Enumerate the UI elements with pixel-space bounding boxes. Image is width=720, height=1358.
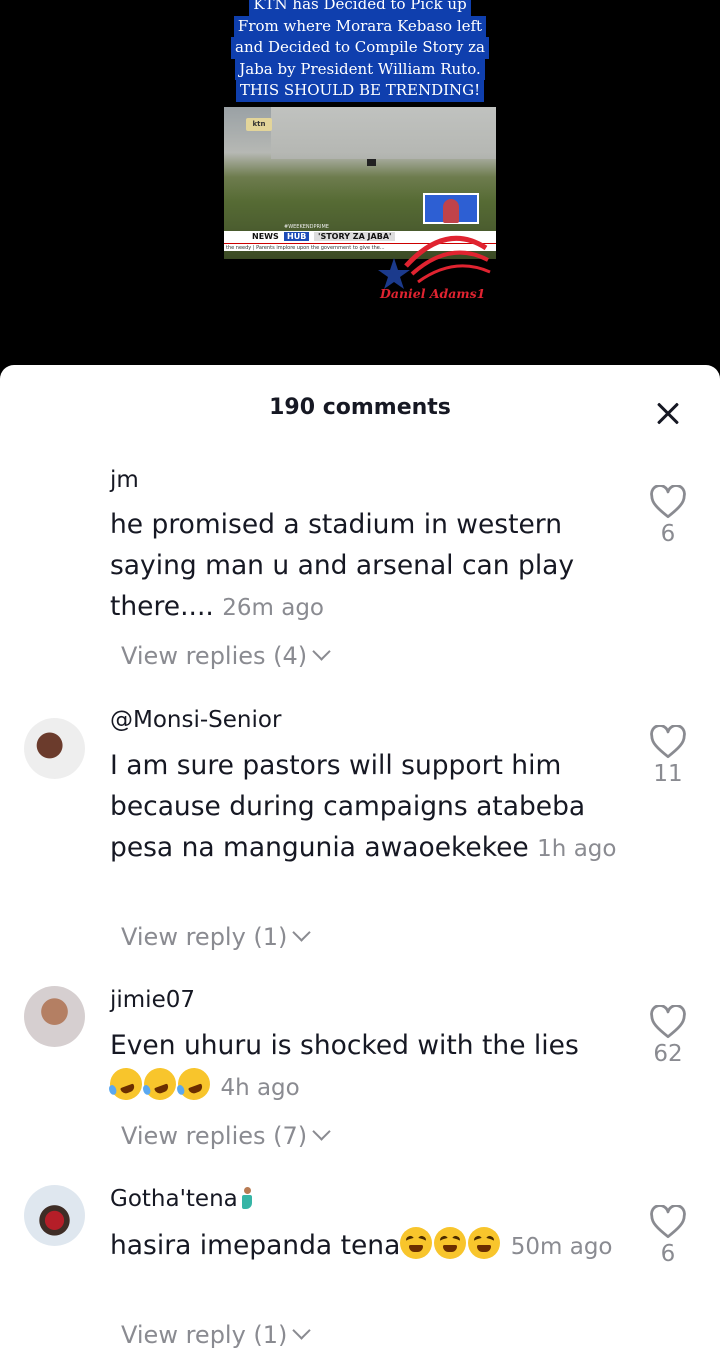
comment-time: 1h ago	[537, 836, 617, 862]
chevron-down-icon	[312, 642, 331, 661]
comment-username[interactable]: jm	[110, 467, 139, 493]
comment-text: I am sure pastors will support him becau…	[110, 750, 617, 863]
comment-username[interactable]: Gotha'tena	[110, 1186, 254, 1212]
comment-text: hasira imepanda tena 50m ago	[110, 1225, 630, 1268]
comments-sheet: 190 comments jm he promised a stadium in…	[0, 365, 720, 1358]
watermark-text: Daniel Adams1	[380, 286, 486, 301]
comments-count-title: 190 comments	[269, 395, 451, 420]
chevron-down-icon	[312, 1122, 331, 1141]
merman-emoji-icon	[240, 1187, 254, 1209]
view-replies-button[interactable]: View replies (7)	[121, 1122, 331, 1150]
comment-text: Even uhuru is shocked with the lies 4h a…	[105, 1025, 630, 1109]
heart-icon	[650, 485, 686, 519]
caption-line: From where Morara Kebaso left	[233, 15, 487, 37]
close-icon[interactable]	[652, 398, 684, 430]
chevron-down-icon	[292, 1321, 312, 1340]
frame-background	[271, 107, 496, 159]
avatar[interactable]	[24, 986, 85, 1047]
tired-face-emoji-icon	[434, 1227, 467, 1259]
heart-icon	[650, 1205, 686, 1239]
caption-line: and Decided to Compile Story za	[231, 37, 489, 59]
frame-detail	[367, 159, 376, 166]
like-button[interactable]: 11	[648, 725, 688, 787]
heart-icon	[650, 725, 686, 759]
video-player[interactable]: KTN has Decided to Pick up From where Mo…	[0, 0, 720, 380]
view-replies-button[interactable]: View replies (4)	[121, 642, 331, 670]
rofl-emoji-icon	[173, 1063, 215, 1105]
channel-logo: ktn	[246, 118, 272, 131]
like-count: 6	[660, 1241, 676, 1267]
chevron-down-icon	[292, 923, 312, 942]
frame-hashtag: #WEEKENDPRIME	[284, 224, 329, 230]
rofl-emoji-icon	[139, 1063, 181, 1105]
ticker-news-label: NEWS	[252, 232, 279, 241]
comment-username[interactable]: jimie07	[110, 987, 195, 1013]
caption-line: Jaba by President William Ruto.	[235, 58, 485, 80]
comment-time: 50m ago	[510, 1234, 613, 1260]
tired-face-emoji-icon	[468, 1227, 501, 1259]
sign-language-inset	[423, 193, 479, 224]
comment-time: 4h ago	[220, 1075, 300, 1101]
comment-username[interactable]: @Monsi-Senior	[110, 707, 281, 733]
like-count: 6	[660, 521, 676, 547]
ticker-hub-label: HUB	[284, 232, 310, 241]
like-button[interactable]: 6	[648, 485, 688, 547]
rofl-emoji-icon	[105, 1063, 147, 1105]
caption-line: THIS SHOULD BE TRENDING!	[235, 80, 485, 102]
avatar[interactable]	[24, 1185, 85, 1246]
video-caption: KTN has Decided to Pick up From where Mo…	[0, 0, 720, 102]
view-replies-button[interactable]: View reply (1)	[121, 923, 312, 951]
comment-time: 26m ago	[222, 595, 324, 621]
like-button[interactable]: 62	[648, 1005, 688, 1067]
like-count: 11	[653, 761, 683, 787]
avatar[interactable]	[24, 718, 85, 779]
tired-face-emoji-icon	[400, 1227, 433, 1259]
like-count: 62	[653, 1041, 683, 1067]
comment-text: he promised a stadium in western saying …	[110, 509, 575, 622]
view-replies-button[interactable]: View reply (1)	[121, 1321, 312, 1349]
like-button[interactable]: 6	[648, 1205, 688, 1267]
caption-line: KTN has Decided to Pick up	[249, 0, 471, 16]
heart-icon	[650, 1005, 686, 1039]
